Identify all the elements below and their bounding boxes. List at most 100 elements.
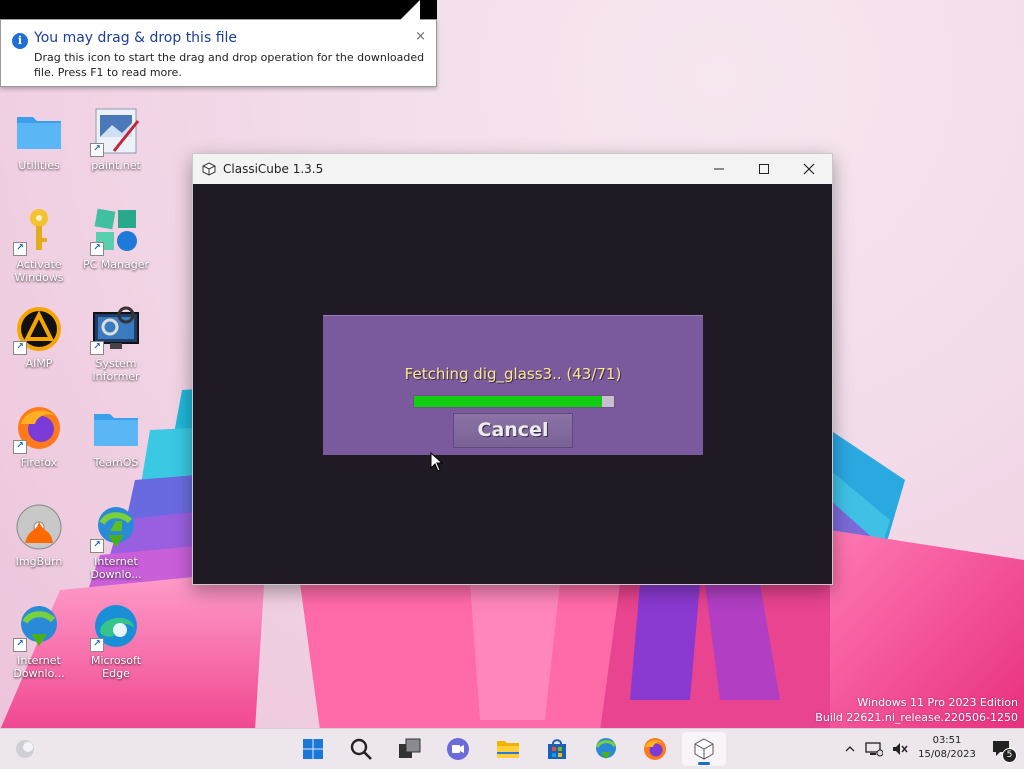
microsoft-store-button[interactable] (542, 734, 572, 764)
paintnet-icon: ↗ (90, 107, 140, 157)
shortcut-arrow-icon: ↗ (90, 341, 104, 355)
drag-drop-tooltip: i You may drag & drop this file Drag thi… (0, 19, 437, 87)
desktop-icon-label: AIMP (25, 357, 53, 370)
search-button[interactable] (346, 734, 376, 764)
taskbar-clock[interactable]: 03:51 15/08/2023 (914, 734, 980, 762)
file-explorer-icon (497, 741, 519, 758)
firefox-icon (644, 738, 666, 760)
watermark-line-2: Build 22621.ni_release.220506-1250 (815, 711, 1018, 724)
microsoft-store-icon (548, 739, 566, 759)
task-view-button[interactable] (395, 734, 425, 764)
weather-widget[interactable] (10, 734, 40, 764)
minimize-icon (714, 168, 724, 170)
classicube-app-icon (694, 738, 714, 760)
desktop-icon-label: paint.net (91, 159, 141, 172)
idm-taskbar-button[interactable] (591, 734, 621, 764)
shortcut-arrow-icon: ↗ (13, 242, 27, 256)
idm-icon: ↗ (13, 602, 63, 652)
folder-icon (15, 107, 63, 155)
desktop-icon-teamos[interactable]: TeamOS (80, 404, 152, 469)
fetch-progress-bar (413, 395, 615, 408)
desktop-icon-label: PC Manager (82, 258, 150, 271)
weather-icon (16, 740, 34, 758)
notification-center-button[interactable]: 5 (988, 734, 1017, 764)
idm-icon (595, 738, 617, 759)
window-title: ClassiCube 1.3.5 (223, 162, 324, 176)
mouse-cursor-icon (430, 452, 444, 472)
shortcut-arrow-icon: ↗ (13, 341, 27, 355)
desktop-icon-utilities[interactable]: Utilities (3, 107, 75, 172)
desktop-icon-paintnet[interactable]: ↗ paint.net (80, 107, 152, 172)
progress-fill (414, 396, 602, 407)
clock-time: 03:51 (932, 735, 962, 746)
close-button[interactable] (786, 154, 832, 184)
maximize-button[interactable] (741, 154, 787, 184)
chevron-up-icon (845, 746, 855, 752)
network-icon (865, 742, 883, 757)
active-app-indicator (698, 762, 710, 765)
fetching-dialog: Fetching dig_glass3.. (43/71) Cancel (323, 315, 703, 455)
teams-chat-icon (447, 738, 469, 760)
desktop-icon-label: Microsoft Edge (90, 654, 142, 680)
desktop-icon-firefox[interactable]: ↗ Firefox (3, 404, 75, 469)
shortcut-arrow-icon: ↗ (90, 539, 104, 553)
windows-start-icon (303, 739, 323, 759)
classicube-app-icon (202, 162, 216, 176)
desktop-icon-imgburn[interactable]: ImgBurn (3, 503, 75, 568)
tooltip-title: You may drag & drop this file (34, 30, 238, 46)
aimp-icon: ↗ (13, 305, 63, 355)
tooltip-top-band (0, 0, 437, 20)
file-explorer-button[interactable] (493, 734, 523, 764)
shortcut-arrow-icon: ↗ (90, 242, 104, 256)
search-icon (350, 738, 372, 760)
key-icon: ↗ (13, 206, 63, 256)
window-titlebar[interactable]: ClassiCube 1.3.5 (193, 154, 832, 184)
tooltip-notch (400, 0, 420, 20)
system-informer-icon: ↗ (90, 305, 140, 355)
clock-date: 15/08/2023 (918, 749, 976, 760)
desktop-icon-pc-manager[interactable]: ↗ PC Manager (80, 206, 152, 271)
firefox-taskbar-button[interactable] (640, 734, 670, 764)
volume-tray-button[interactable] (888, 734, 912, 764)
desktop-icon-internet-download-manager[interactable]: ↗ Internet Downlo... (80, 503, 152, 581)
cancel-button[interactable]: Cancel (453, 413, 573, 448)
minimize-button[interactable] (696, 154, 742, 184)
task-view-icon (399, 738, 421, 758)
notification-count-badge: 5 (1002, 748, 1017, 763)
desktop-icon-label: ImgBurn (15, 555, 63, 568)
close-icon (803, 163, 815, 175)
teams-chat-button[interactable] (443, 734, 473, 764)
desktop-icon-label: Internet Downlo... (13, 654, 65, 680)
speaker-muted-icon (893, 743, 908, 755)
classicube-window: ClassiCube 1.3.5 Fetching dig_glass3.. (… (192, 153, 833, 585)
shortcut-arrow-icon: ↗ (90, 638, 104, 652)
tooltip-close-icon[interactable]: × (415, 29, 426, 44)
shortcut-arrow-icon: ↗ (13, 440, 27, 454)
desktop-icon-label: TeamOS (93, 456, 139, 469)
desktop-icon-label: Internet Downlo... (90, 555, 142, 581)
desktop-icon-internet-download-manager-2[interactable]: ↗ Internet Downlo... (3, 602, 75, 680)
tooltip-body: Drag this icon to start the drag and dro… (34, 51, 425, 79)
desktop-icon-label: Utilities (18, 159, 60, 172)
fetch-status-text: Fetching dig_glass3.. (43/71) (404, 365, 622, 383)
show-hidden-icons-button[interactable] (838, 734, 862, 764)
firefox-icon: ↗ (13, 404, 63, 454)
maximize-icon (759, 164, 769, 174)
desktop-icon-system-informer[interactable]: ↗ System Informer (80, 305, 152, 383)
classicube-taskbar-button[interactable] (682, 732, 726, 766)
desktop-icon-label: System Informer (92, 357, 140, 383)
watermark-line-1: Windows 11 Pro 2023 Edition (857, 696, 1018, 709)
imgburn-icon (15, 503, 63, 551)
desktop-icon-aimp[interactable]: ↗ AIMP (3, 305, 75, 370)
windows-edition-watermark: Windows 11 Pro 2023 Edition Build 22621.… (815, 695, 1018, 725)
desktop-icon-label: Firefox (20, 456, 58, 469)
pc-manager-icon: ↗ (90, 206, 140, 256)
folder-icon (92, 404, 140, 452)
taskbar: 03:51 15/08/2023 5 (0, 728, 1024, 769)
network-tray-button[interactable] (862, 734, 886, 764)
desktop-icon-microsoft-edge[interactable]: ↗ Microsoft Edge (80, 602, 152, 680)
game-client-area[interactable]: Fetching dig_glass3.. (43/71) Cancel (193, 184, 832, 584)
start-button[interactable] (298, 734, 328, 764)
shortcut-arrow-icon: ↗ (13, 638, 27, 652)
desktop-icon-activate-windows[interactable]: ↗ Activate Windows (3, 206, 75, 284)
